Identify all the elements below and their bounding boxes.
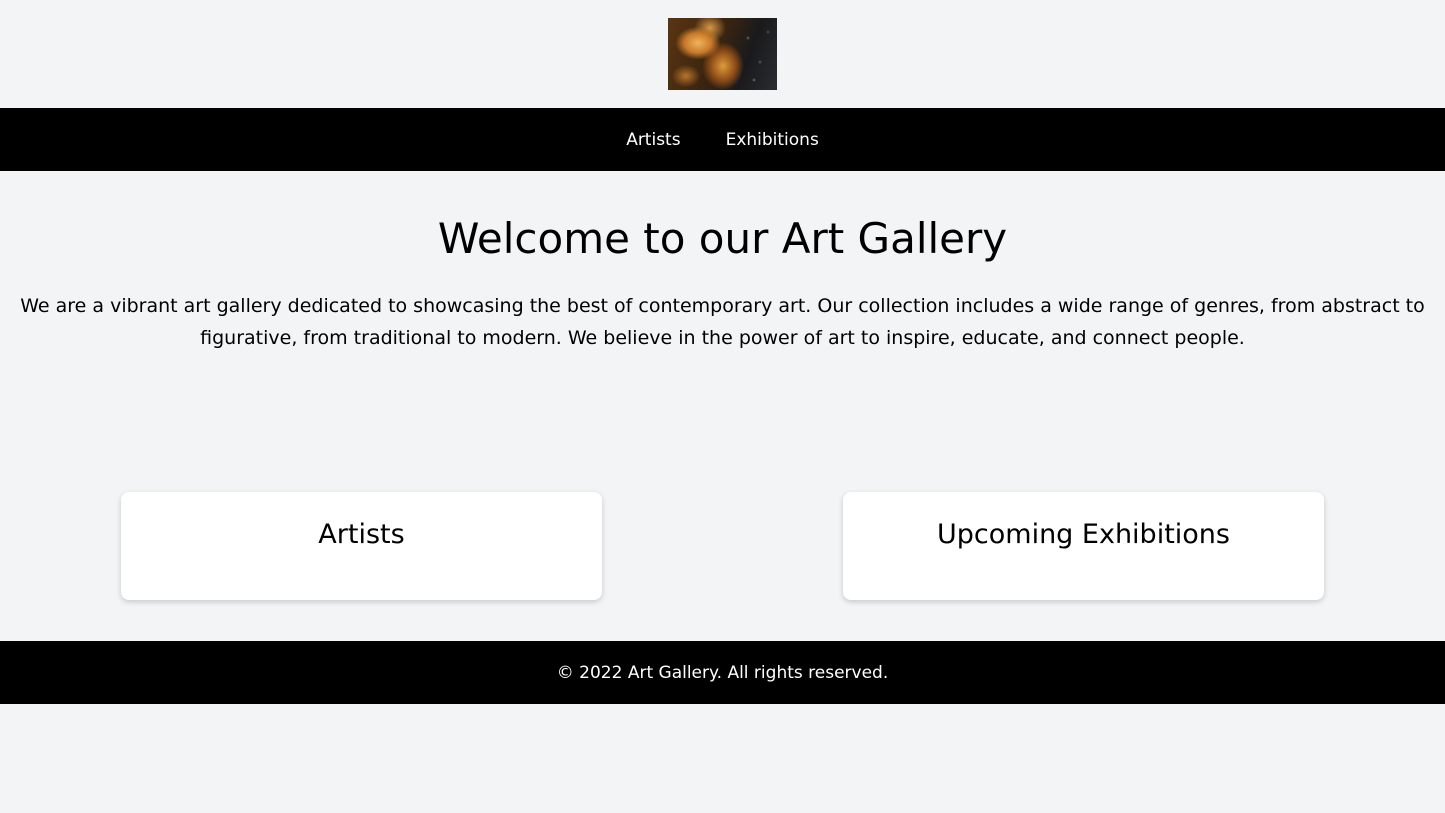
- main-nav: Artists Exhibitions: [0, 108, 1445, 171]
- copyright-text: © 2022 Art Gallery. All rights reserved.: [556, 662, 889, 683]
- hero-description: We are a vibrant art gallery dedicated t…: [20, 295, 1425, 349]
- artists-card-title: Artists: [318, 519, 405, 550]
- hero-section: Welcome to our Art Gallery We are a vibr…: [0, 171, 1445, 354]
- gallery-logo-image[interactable]: [668, 18, 777, 90]
- logo-bar: [0, 0, 1445, 108]
- footer: © 2022 Art Gallery. All rights reserved.: [0, 641, 1445, 704]
- nav-link-exhibitions[interactable]: Exhibitions: [726, 130, 819, 150]
- nav-link-artists[interactable]: Artists: [626, 130, 680, 150]
- cards-section: Artists Upcoming Exhibitions: [0, 492, 1445, 600]
- page-title: Welcome to our Art Gallery: [437, 214, 1008, 263]
- artists-card[interactable]: Artists: [121, 492, 602, 600]
- exhibitions-card-title: Upcoming Exhibitions: [937, 519, 1230, 550]
- exhibitions-card[interactable]: Upcoming Exhibitions: [843, 492, 1324, 600]
